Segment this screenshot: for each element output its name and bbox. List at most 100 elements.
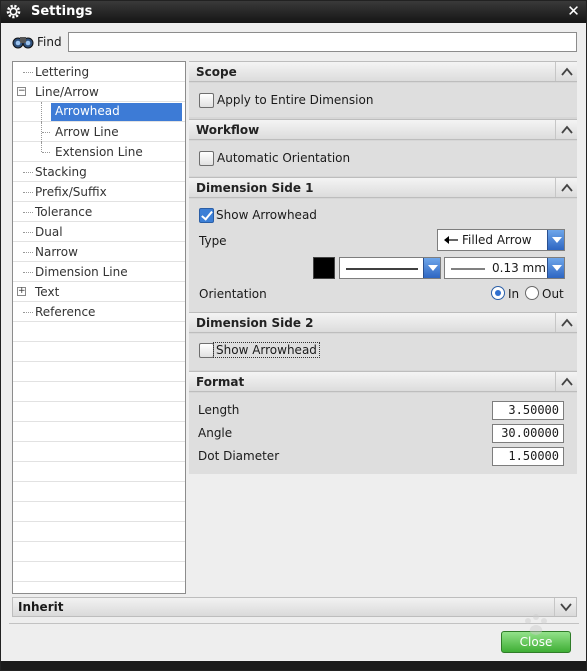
baidu-watermark: [525, 614, 547, 635]
category-tree[interactable]: Lettering − Line/Arrow Arrowhead Arrow L…: [12, 61, 186, 594]
chevron-down-icon[interactable]: [547, 258, 564, 278]
close-icon[interactable]: ✕: [565, 3, 582, 20]
inherit-label: Inherit: [18, 600, 64, 614]
tree-item-label: Dual: [35, 225, 63, 239]
tree-item-label: Narrow: [35, 245, 78, 259]
bottom-bar: [1, 661, 586, 670]
orientation-out-label: Out: [542, 287, 564, 301]
orientation-in-radio[interactable]: [491, 286, 505, 300]
scope-header[interactable]: Scope: [189, 61, 577, 82]
orientation-out-radio[interactable]: [525, 286, 539, 300]
chevron-up-icon[interactable]: [555, 120, 577, 139]
tree-item-line-arrow[interactable]: − Line/Arrow: [13, 82, 185, 102]
workflow-body: Automatic Orientation: [189, 141, 577, 176]
tree-empty-row: [13, 542, 185, 562]
show-arrowhead-side2-label: Show Arrowhead: [213, 342, 320, 358]
tree-empty-row: [13, 382, 185, 402]
filled-arrow-icon: [444, 236, 458, 244]
color-swatch[interactable]: [313, 257, 335, 279]
length-field[interactable]: 3.50000: [492, 401, 564, 420]
tree-empty-row: [13, 562, 185, 582]
section-title: Workflow: [196, 123, 260, 137]
tree-empty-row: [13, 522, 185, 542]
color-swatch-fill: [314, 258, 334, 278]
line-width-dropdown[interactable]: 0.13 mm: [444, 257, 565, 279]
chevron-up-icon[interactable]: [555, 62, 577, 81]
tree-empty-row: [13, 442, 185, 462]
tree-item-stacking[interactable]: Stacking: [13, 162, 185, 182]
tree-empty-row: [13, 462, 185, 482]
tree-item-arrowhead[interactable]: Arrowhead: [13, 102, 185, 122]
apply-entire-checkbox[interactable]: [199, 93, 214, 108]
scope-body: Apply to Entire Dimension: [189, 83, 577, 117]
tree-item-label: Arrow Line: [55, 125, 119, 139]
tree-empty-row: [13, 402, 185, 422]
tree-item-label: Line/Arrow: [35, 85, 99, 99]
tree-item-label: Stacking: [35, 165, 87, 179]
tree-item-text[interactable]: + Text: [13, 282, 185, 302]
length-label: Length: [198, 403, 240, 417]
find-input[interactable]: [68, 32, 577, 52]
chevron-up-icon[interactable]: [555, 313, 577, 332]
chevron-down-icon[interactable]: [423, 258, 440, 278]
tree-item-label: Arrowhead: [51, 103, 182, 121]
arrow-type-value: Filled Arrow: [462, 233, 532, 247]
tree-empty-row: [13, 362, 185, 382]
format-header[interactable]: Format: [189, 371, 577, 392]
apply-entire-label: Apply to Entire Dimension: [217, 93, 374, 107]
tree-item-dual[interactable]: Dual: [13, 222, 185, 242]
show-arrowhead-label: Show Arrowhead: [216, 208, 317, 222]
dot-diameter-field[interactable]: 1.50000: [492, 447, 564, 466]
orientation-in-label: In: [508, 287, 520, 301]
tree-item-tolerance[interactable]: Tolerance: [13, 202, 185, 222]
angle-field[interactable]: 30.00000: [492, 424, 564, 443]
tree-empty-row: [13, 482, 185, 502]
tree-item-label: Prefix/Suffix: [35, 185, 107, 199]
auto-orientation-checkbox[interactable]: [199, 151, 214, 166]
workflow-header[interactable]: Workflow: [189, 119, 577, 140]
tree-item-reference[interactable]: Reference: [13, 302, 185, 322]
window-title: Settings: [31, 4, 93, 19]
type-label: Type: [199, 234, 227, 248]
orientation-label: Orientation: [199, 287, 267, 301]
chevron-up-icon[interactable]: [555, 178, 577, 197]
side1-header[interactable]: Dimension Side 1: [189, 177, 577, 198]
dot-diameter-label: Dot Diameter: [198, 449, 280, 463]
tree-item-dimension-line[interactable]: Dimension Line: [13, 262, 185, 282]
arrow-type-dropdown[interactable]: Filled Arrow: [437, 229, 565, 251]
section-title: Dimension Side 2: [196, 316, 314, 330]
line-font-dropdown[interactable]: [339, 257, 441, 279]
tree-item-narrow[interactable]: Narrow: [13, 242, 185, 262]
tree-empty-row: [13, 342, 185, 362]
title-bar[interactable]: Settings ✕: [1, 1, 586, 23]
tree-item-label: Reference: [35, 305, 96, 319]
chevron-up-icon[interactable]: [555, 372, 577, 391]
show-arrowhead-side2-checkbox[interactable]: [199, 343, 214, 358]
tree-item-label: Extension Line: [55, 145, 143, 159]
format-body: Length 3.50000 Angle 30.00000 Dot Diamet…: [189, 393, 577, 474]
line-width-value: 0.13 mm: [492, 261, 546, 275]
tree-item-lettering[interactable]: Lettering: [13, 62, 185, 82]
chevron-down-icon[interactable]: [547, 230, 564, 250]
solid-line-icon: [346, 268, 418, 270]
collapse-icon[interactable]: −: [17, 87, 26, 96]
tree-item-label: Dimension Line: [35, 265, 128, 279]
settings-dialog: Settings ✕ Find Lettering − Line/Arrow A…: [0, 0, 587, 671]
tree-item-arrow-line[interactable]: Arrow Line: [13, 122, 185, 142]
tree-item-label: Lettering: [35, 65, 90, 79]
section-title: Format: [196, 375, 245, 389]
tree-item-extension-line[interactable]: Extension Line: [13, 142, 185, 162]
binoculars-icon: [12, 37, 34, 49]
settings-panel: Scope Apply to Entire Dimension Workflow…: [189, 61, 577, 474]
side2-header[interactable]: Dimension Side 2: [189, 312, 577, 333]
expand-icon[interactable]: +: [17, 287, 26, 296]
show-arrowhead-checkbox[interactable]: [199, 208, 214, 223]
side1-body: Show Arrowhead Type Filled Arrow 0.13 mm…: [189, 199, 577, 312]
tree-item-prefix-suffix[interactable]: Prefix/Suffix: [13, 182, 185, 202]
gear-icon: [6, 4, 21, 19]
tree-empty-row: [13, 502, 185, 522]
thin-line-icon: [451, 268, 485, 270]
tree-item-label: Text: [35, 285, 60, 299]
side2-body: Show Arrowhead: [189, 334, 577, 370]
find-row: Find: [1, 29, 586, 55]
